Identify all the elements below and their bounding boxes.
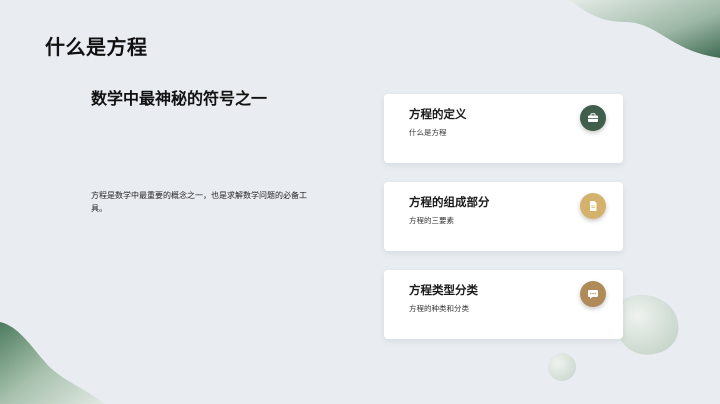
card-types[interactable]: 方程类型分类 方程的种类和分类 (384, 270, 623, 339)
chat-bubble-icon (580, 281, 606, 307)
card-title: 方程的定义 (409, 107, 467, 121)
document-icon (580, 193, 606, 219)
bottom-left-decorative-blob (0, 322, 105, 404)
card-components[interactable]: 方程的组成部分 方程的三要素 (384, 182, 623, 251)
card-title: 方程类型分类 (409, 283, 478, 297)
slide-description: 方程是数学中最重要的概念之一，也是求解数学问题的必备工具。 (91, 191, 307, 213)
card-description: 方程的三要素 (409, 216, 454, 225)
card-description: 方程的种类和分类 (409, 304, 469, 313)
card-title: 方程的组成部分 (409, 195, 490, 209)
small-decorative-circle (548, 353, 576, 381)
card-definition[interactable]: 方程的定义 什么是方程 (384, 94, 623, 163)
card-description: 什么是方程 (409, 128, 447, 137)
top-right-decorative-blob (570, 0, 720, 58)
briefcase-icon (580, 105, 606, 131)
slide-subtitle: 数学中最神秘的符号之一 (91, 89, 268, 108)
slide-title: 什么是方程 (45, 35, 148, 59)
